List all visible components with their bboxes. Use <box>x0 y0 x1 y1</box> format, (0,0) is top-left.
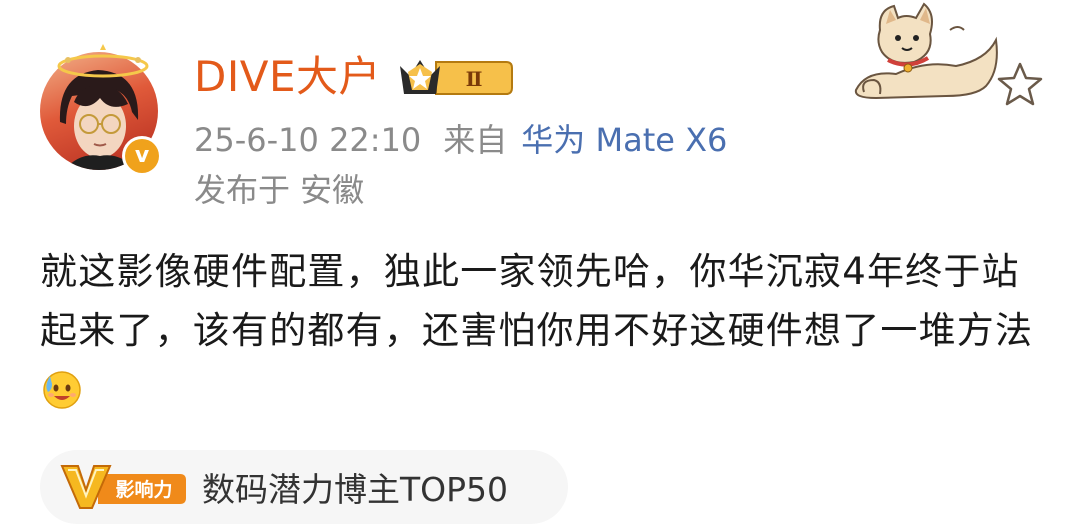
favorite-star-button[interactable] <box>996 60 1044 108</box>
rank-numeral: Ⅱ <box>466 67 483 91</box>
sweat-smile-emoji <box>43 371 81 409</box>
post-location: 发布于 安徽 <box>194 171 365 209</box>
post-body: 就这影像硬件配置，独此一家领先哈，你华沉寂4年终于站起来了，该有的都有，还害怕你… <box>40 250 1034 352</box>
username[interactable]: DIVE大户 <box>194 52 381 102</box>
influence-badge-label: 影响力 <box>115 478 172 501</box>
influence-v-icon: 影响力 <box>60 465 186 509</box>
post-text: 就这影像硬件配置，独此一家领先哈，你华沉寂4年终于站起来了，该有的都有，还害怕你… <box>40 242 1050 419</box>
avatar-container[interactable]: v <box>40 44 168 180</box>
influence-badge: 影响力 <box>58 462 188 512</box>
device-link[interactable]: 华为 Mate X6 <box>521 121 727 159</box>
halo-icon <box>57 44 149 78</box>
influence-tag[interactable]: 影响力 数码潜力博主TOP50 <box>40 450 568 524</box>
star-icon <box>997 62 1043 106</box>
post-time: 25-6-10 22:10 <box>194 121 422 159</box>
dog-sticker <box>854 2 998 100</box>
influence-text: 数码潜力博主TOP50 <box>202 470 509 509</box>
verified-icon: v <box>122 136 162 176</box>
post-meta: 25-6-10 22:10 来自 华为 Mate X6 <box>194 120 727 160</box>
weibo-post: v DIVE大户 Ⅱ 25-6-10 22:10 来自 华为 Mate X6 发布于… <box>0 0 1080 526</box>
rank-badge[interactable]: Ⅱ <box>398 54 514 104</box>
from-label: 来自 <box>443 121 508 159</box>
